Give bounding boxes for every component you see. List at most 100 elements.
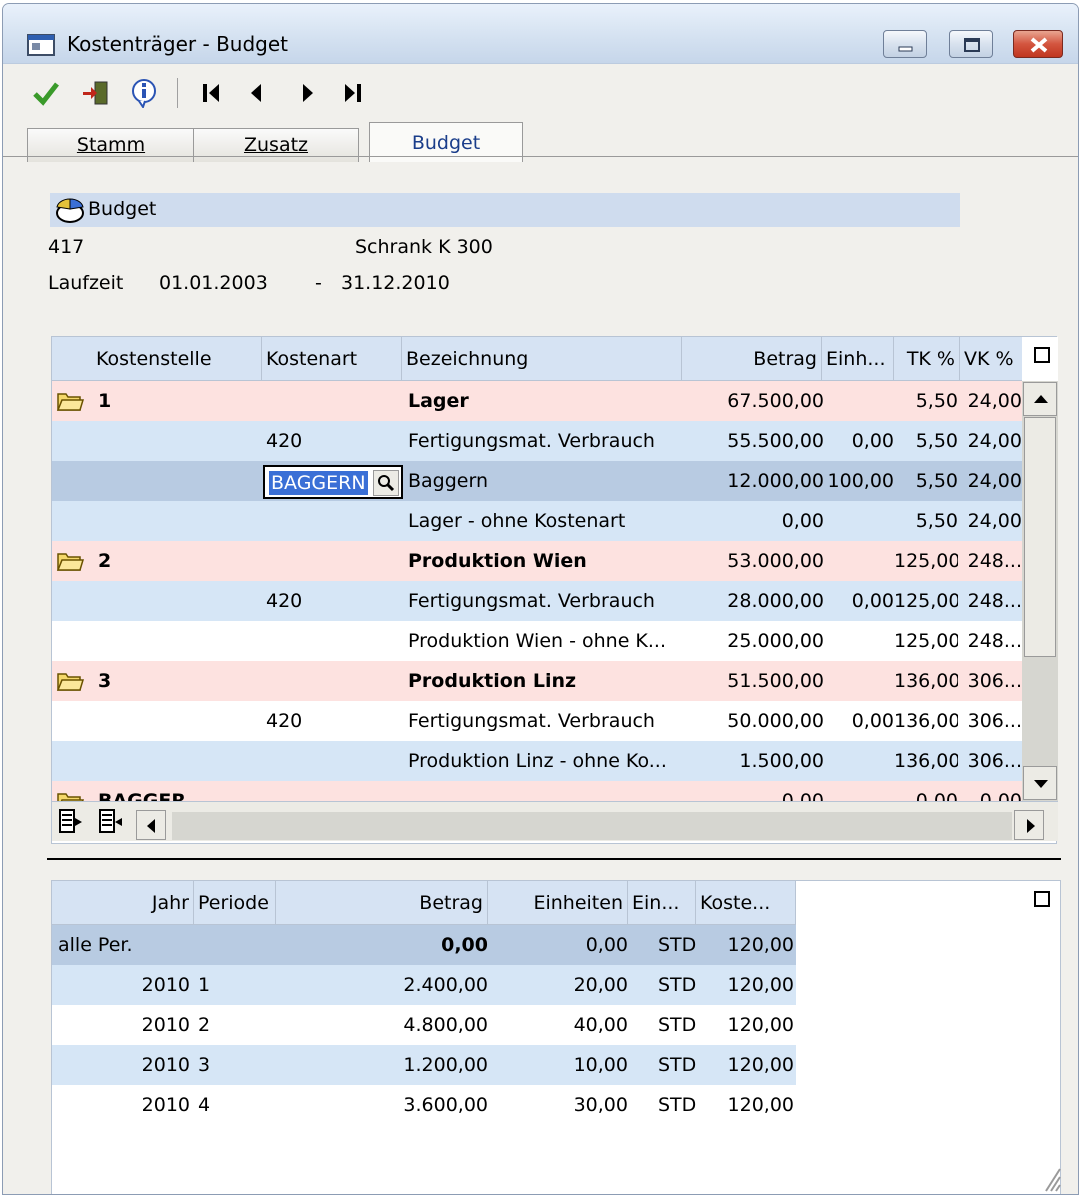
cell-betrag: 28.000,00 [727, 590, 824, 612]
kostenart-edit-field[interactable]: BAGGERN [263, 465, 403, 499]
horizontal-scroll-track[interactable] [172, 812, 1012, 840]
laufzeit-to: 31.12.2010 [341, 272, 450, 294]
scroll-down-button[interactable] [1023, 766, 1057, 800]
cell-betrag: 25.000,00 [727, 630, 824, 652]
table-row[interactable]: Lager - ohne Kostenart 0,00 5,50 24,00 [52, 501, 1022, 541]
cell-kostenstelle: 1 [98, 390, 112, 412]
collapse-all-icon[interactable] [98, 808, 124, 836]
lookup-magnifier-icon[interactable] [373, 470, 399, 496]
maximize-button[interactable] [949, 30, 993, 58]
checkmark-icon[interactable] [31, 78, 61, 108]
cell-periode [198, 925, 278, 965]
previous-record-icon[interactable] [241, 78, 271, 108]
cell-betrag: 12.000,00 [727, 470, 824, 492]
maximize-icon [964, 38, 980, 52]
cell-vk: 248... [967, 590, 1022, 612]
tab-divider [3, 156, 1078, 157]
grid-corner [1022, 337, 1058, 381]
next-record-icon[interactable] [293, 78, 323, 108]
cell-kosten: 120,00 [727, 934, 794, 956]
cell-betrag: 3.600,00 [403, 1094, 488, 1116]
table-row[interactable]: 420 Fertigungsmat. Verbrauch 55.500,00 0,00… [52, 421, 1022, 461]
cell-betrag: 0,00 [781, 790, 824, 801]
tab-budget-label: Budget [411, 132, 481, 154]
cell-kostenart: 420 [266, 590, 303, 612]
cell-tk: 5,50 [915, 470, 958, 492]
table-row[interactable]: Produktion Linz - ohne Ko... 1.500,00 136,… [52, 741, 1022, 781]
cell-kosten: 120,00 [727, 1094, 794, 1116]
cell-einh: 0,00 [851, 710, 894, 732]
budget-grid[interactable]: Kostenstelle Kostenart Bezeichnung Betra… [51, 336, 1058, 844]
cell-periode: 1 [198, 974, 211, 996]
table-row[interactable]: 2010 4 3.600,00 30,00 STD 120,00 [52, 1085, 796, 1125]
folder-icon[interactable] [56, 549, 85, 578]
periods-grid-body: alle Per. 0,00 0,00 STD 120,00 2010 1 2.400,00 2… [52, 881, 796, 1181]
group-row[interactable]: 2 Produktion Wien 53.000,00 125,00 248... [52, 541, 1022, 581]
minimize-button[interactable] [883, 30, 927, 58]
group-row[interactable]: BAGGER 0,00 0,00 0,00 [52, 781, 1022, 801]
cell-vk: 306... [967, 670, 1022, 692]
group-row[interactable]: 3 Produktion Linz 51.500,00 136,00 306... [52, 661, 1022, 701]
scroll-up-button[interactable] [1023, 382, 1057, 416]
group-row[interactable]: 1 Lager 67.500,00 5,50 24,00 [52, 381, 1022, 421]
expand-all-icon[interactable] [58, 808, 84, 836]
cell-betrag: 50.000,00 [727, 710, 824, 732]
scroll-right-button[interactable] [1014, 810, 1044, 840]
folder-icon[interactable] [56, 669, 85, 698]
table-row[interactable]: 2010 2 4.800,00 40,00 STD 120,00 [52, 1005, 796, 1045]
cell-vk: 306... [967, 750, 1022, 772]
cell-ein: STD [658, 1094, 697, 1116]
cell-vk: 24,00 [967, 430, 1022, 452]
cell-tk: 136,00 [894, 710, 958, 732]
record-number: 417 [48, 236, 85, 258]
section-header: Budget [50, 193, 960, 227]
periods-grid[interactable]: Jahr Periode Betrag Einheiten Ein... Kos… [51, 880, 1062, 1194]
arrow-up-icon [1034, 395, 1048, 403]
section-title: Budget [88, 198, 157, 220]
column-chooser-icon[interactable] [1034, 347, 1050, 363]
table-row[interactable]: Produktion Wien - ohne K... 25.000,00 125,… [52, 621, 1022, 661]
cell-periode: 4 [198, 1094, 211, 1116]
cell-vk: 0,00 [979, 790, 1022, 801]
vertical-scrollbar[interactable] [1022, 381, 1058, 801]
scroll-left-button[interactable] [136, 810, 166, 840]
column-chooser-icon[interactable] [1034, 891, 1050, 907]
cell-einh [826, 501, 894, 541]
exit-icon[interactable] [81, 78, 111, 108]
cell-kostenart [266, 661, 396, 701]
cell-betrag: 67.500,00 [727, 390, 824, 412]
window-title: Kostenträger - Budget [67, 32, 289, 56]
folder-icon[interactable] [56, 389, 85, 418]
close-button[interactable] [1013, 30, 1063, 58]
table-row[interactable]: 420 Fertigungsmat. Verbrauch 50.000,00 0,00… [52, 701, 1022, 741]
resize-grip-icon[interactable] [1040, 1163, 1062, 1193]
cell-kostenart: 420 [266, 430, 303, 452]
toolbar [3, 64, 1078, 122]
cell-betrag: 51.500,00 [727, 670, 824, 692]
table-row[interactable]: Baggern 12.000,00 100,00 5,50 24,00 BAGGERN [52, 461, 1022, 501]
toolbar-separator [177, 78, 178, 108]
pane-splitter[interactable] [47, 858, 1061, 860]
cell-periode: 2 [198, 1014, 211, 1036]
cell-jahr: 2010 [141, 974, 190, 996]
info-icon[interactable] [129, 78, 159, 108]
folder-icon[interactable] [56, 789, 85, 801]
summary-row[interactable]: alle Per. 0,00 0,00 STD 120,00 [52, 925, 796, 965]
scroll-thumb[interactable] [1024, 417, 1056, 657]
cell-kostenart [266, 541, 396, 581]
cell-kostenart [266, 781, 396, 801]
table-row[interactable]: 2010 3 1.200,00 10,00 STD 120,00 [52, 1045, 796, 1085]
cell-bezeichnung: Produktion Linz [408, 670, 577, 692]
arrow-down-icon [1034, 780, 1048, 788]
table-row[interactable]: 420 Fertigungsmat. Verbrauch 28.000,00 0,00… [52, 581, 1022, 621]
cell-tk: 0,00 [915, 790, 958, 801]
title-bar[interactable]: Kostenträger - Budget [3, 4, 1078, 64]
table-row[interactable]: 2010 1 2.400,00 20,00 STD 120,00 [52, 965, 796, 1005]
cell-kostenstelle: 3 [98, 670, 112, 692]
first-record-icon[interactable] [197, 78, 227, 108]
cell-kostenart: 420 [266, 710, 303, 732]
last-record-icon[interactable] [337, 78, 367, 108]
laufzeit-from: 01.01.2003 [159, 272, 268, 294]
arrow-right-icon [1027, 819, 1035, 833]
cell-vk: 306... [967, 710, 1022, 732]
